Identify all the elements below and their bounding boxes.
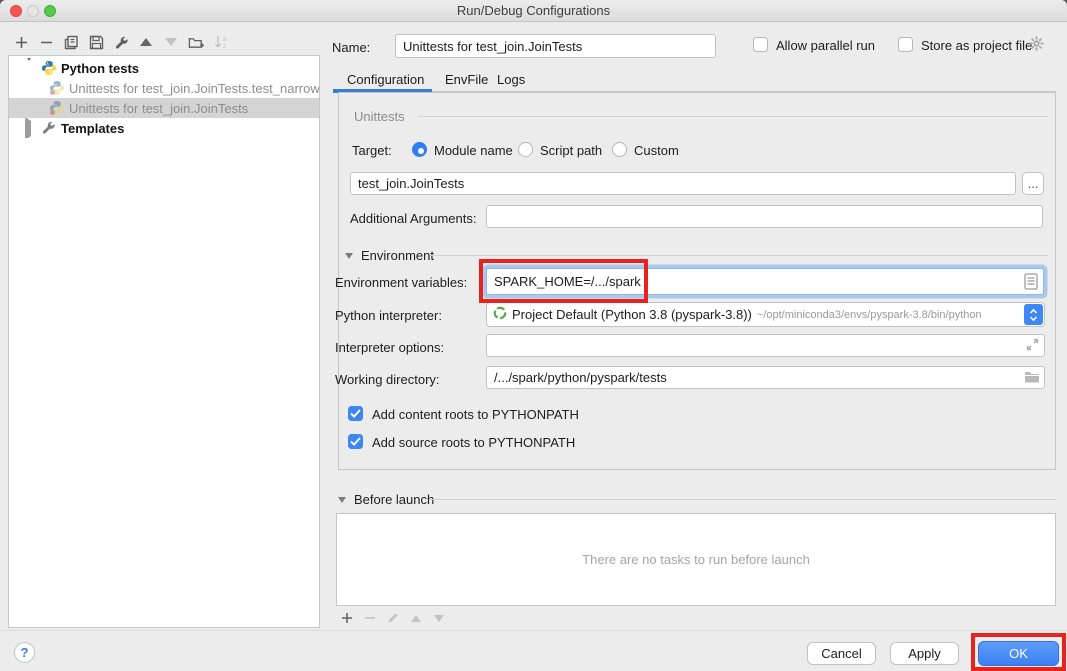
interpreter-options-label: Interpreter options: [335, 340, 444, 355]
interpreter-options-input[interactable] [486, 334, 1045, 357]
name-input[interactable] [395, 34, 716, 58]
tab-configuration[interactable]: Configuration [347, 72, 424, 87]
browse-button[interactable]: ... [1022, 172, 1044, 195]
gear-icon[interactable] [1028, 35, 1045, 55]
before-launch-toolbar [340, 610, 445, 626]
move-task-up-icon [409, 612, 422, 625]
python-test-icon [49, 100, 65, 116]
apply-button[interactable]: Apply [890, 642, 959, 665]
additional-arguments-input[interactable] [486, 205, 1043, 228]
svg-text:a: a [223, 37, 227, 43]
before-launch-empty-text: There are no tasks to run before launch [582, 552, 810, 567]
conda-environment-icon [493, 306, 507, 323]
configurations-toolbar: az [13, 31, 229, 53]
python-interpreter-label: Python interpreter: [335, 308, 442, 323]
move-task-down-icon [432, 612, 445, 625]
working-directory-label: Working directory: [335, 372, 440, 387]
python-test-icon [49, 80, 65, 96]
tree-item-label: Python tests [61, 61, 139, 76]
add-task-icon[interactable] [340, 612, 353, 625]
expand-field-icon[interactable] [1026, 338, 1039, 354]
radio-script-path[interactable] [518, 142, 533, 157]
tree-item-label: Unittests for test_join.JoinTests [69, 101, 248, 116]
collapse-before-launch-icon[interactable] [338, 497, 346, 503]
save-configuration-icon[interactable] [88, 34, 104, 50]
collapse-environment-icon[interactable] [345, 253, 353, 259]
run-debug-configurations-dialog: Run/Debug Configurations az Python tests… [0, 0, 1067, 671]
unittests-group-title: Unittests [354, 109, 405, 124]
remove-task-icon [363, 612, 376, 625]
python-interpreter-path: ~/opt/miniconda3/envs/pyspark-3.8/bin/py… [757, 309, 1044, 321]
move-down-icon [163, 34, 179, 50]
radio-script-path-label: Script path [540, 143, 602, 158]
environment-header-label: Environment [361, 248, 434, 263]
environment-variables-input[interactable] [486, 268, 1044, 295]
sort-configurations-icon: az [213, 34, 229, 50]
tree-item-python-tests[interactable]: Python tests [9, 58, 319, 78]
allow-parallel-run-checkbox[interactable] [753, 37, 768, 52]
remove-configuration-icon[interactable] [38, 34, 54, 50]
module-name-input[interactable] [350, 172, 1016, 195]
before-launch-header-label: Before launch [354, 492, 434, 507]
environment-rule [430, 255, 1048, 256]
store-as-project-file-checkbox[interactable] [898, 37, 913, 52]
titlebar: Run/Debug Configurations [0, 0, 1067, 22]
collapse-arrow-icon[interactable] [25, 121, 37, 136]
footer-divider [0, 630, 1067, 631]
combo-spinner-icon[interactable] [1024, 304, 1043, 325]
additional-arguments-label: Additional Arguments: [350, 211, 476, 226]
before-launch-rule [430, 499, 1056, 500]
edit-templates-wrench-icon[interactable] [113, 34, 129, 50]
tree-item-templates[interactable]: Templates [9, 118, 319, 138]
python-interpreter-select[interactable]: Project Default (Python 3.8 (pyspark-3.8… [486, 302, 1045, 327]
cancel-button[interactable]: Cancel [807, 642, 876, 665]
unittests-group-rule [418, 116, 1048, 117]
tree-item-label: Unittests for test_join.JoinTests.test_n… [69, 81, 319, 96]
add-source-roots-label: Add source roots to PYTHONPATH [372, 435, 575, 450]
python-interpreter-value: Project Default (Python 3.8 (pyspark-3.8… [512, 307, 752, 322]
tab-envfile[interactable]: EnvFile [445, 72, 488, 87]
tree-item-label: Templates [61, 121, 124, 136]
folder-icon[interactable] [1024, 370, 1040, 387]
add-configuration-icon[interactable] [13, 34, 29, 50]
python-tests-icon [41, 60, 57, 76]
name-label: Name: [332, 40, 370, 55]
add-content-roots-checkbox[interactable] [348, 406, 363, 421]
radio-custom-label: Custom [634, 143, 679, 158]
new-folder-icon[interactable] [188, 34, 204, 50]
tab-logs[interactable]: Logs [497, 72, 525, 87]
tree-item-unittests-jointests-selected[interactable]: Unittests for test_join.JoinTests [9, 98, 319, 118]
before-launch-tasks-list: There are no tasks to run before launch [336, 513, 1056, 606]
before-launch-section-header[interactable]: Before launch [338, 492, 434, 507]
ok-button[interactable]: OK [978, 641, 1059, 666]
allow-parallel-run-label: Allow parallel run [776, 38, 875, 53]
variables-list-icon[interactable] [1024, 273, 1038, 293]
target-label: Target: [352, 143, 392, 158]
tree-item-unittests-test-narrow[interactable]: Unittests for test_join.JoinTests.test_n… [9, 78, 319, 98]
store-as-project-file-label: Store as project file [921, 38, 1032, 53]
edit-task-pencil-icon [386, 612, 399, 625]
environment-section-header[interactable]: Environment [345, 248, 434, 263]
window-title: Run/Debug Configurations [0, 3, 1067, 18]
configurations-tree: Python tests Unittests for test_join.Joi… [8, 55, 320, 628]
move-up-icon[interactable] [138, 34, 154, 50]
radio-module-name[interactable] [412, 142, 427, 157]
help-button[interactable]: ? [14, 642, 35, 663]
radio-custom[interactable] [612, 142, 627, 157]
copy-configuration-icon[interactable] [63, 34, 79, 50]
working-directory-input[interactable] [486, 366, 1045, 389]
templates-wrench-icon [41, 120, 57, 136]
add-source-roots-checkbox[interactable] [348, 434, 363, 449]
environment-variables-label: Environment variables: [335, 275, 467, 290]
radio-module-name-label: Module name [434, 143, 513, 158]
expand-arrow-icon[interactable] [25, 61, 37, 76]
svg-text:z: z [223, 44, 226, 50]
add-content-roots-label: Add content roots to PYTHONPATH [372, 407, 579, 422]
